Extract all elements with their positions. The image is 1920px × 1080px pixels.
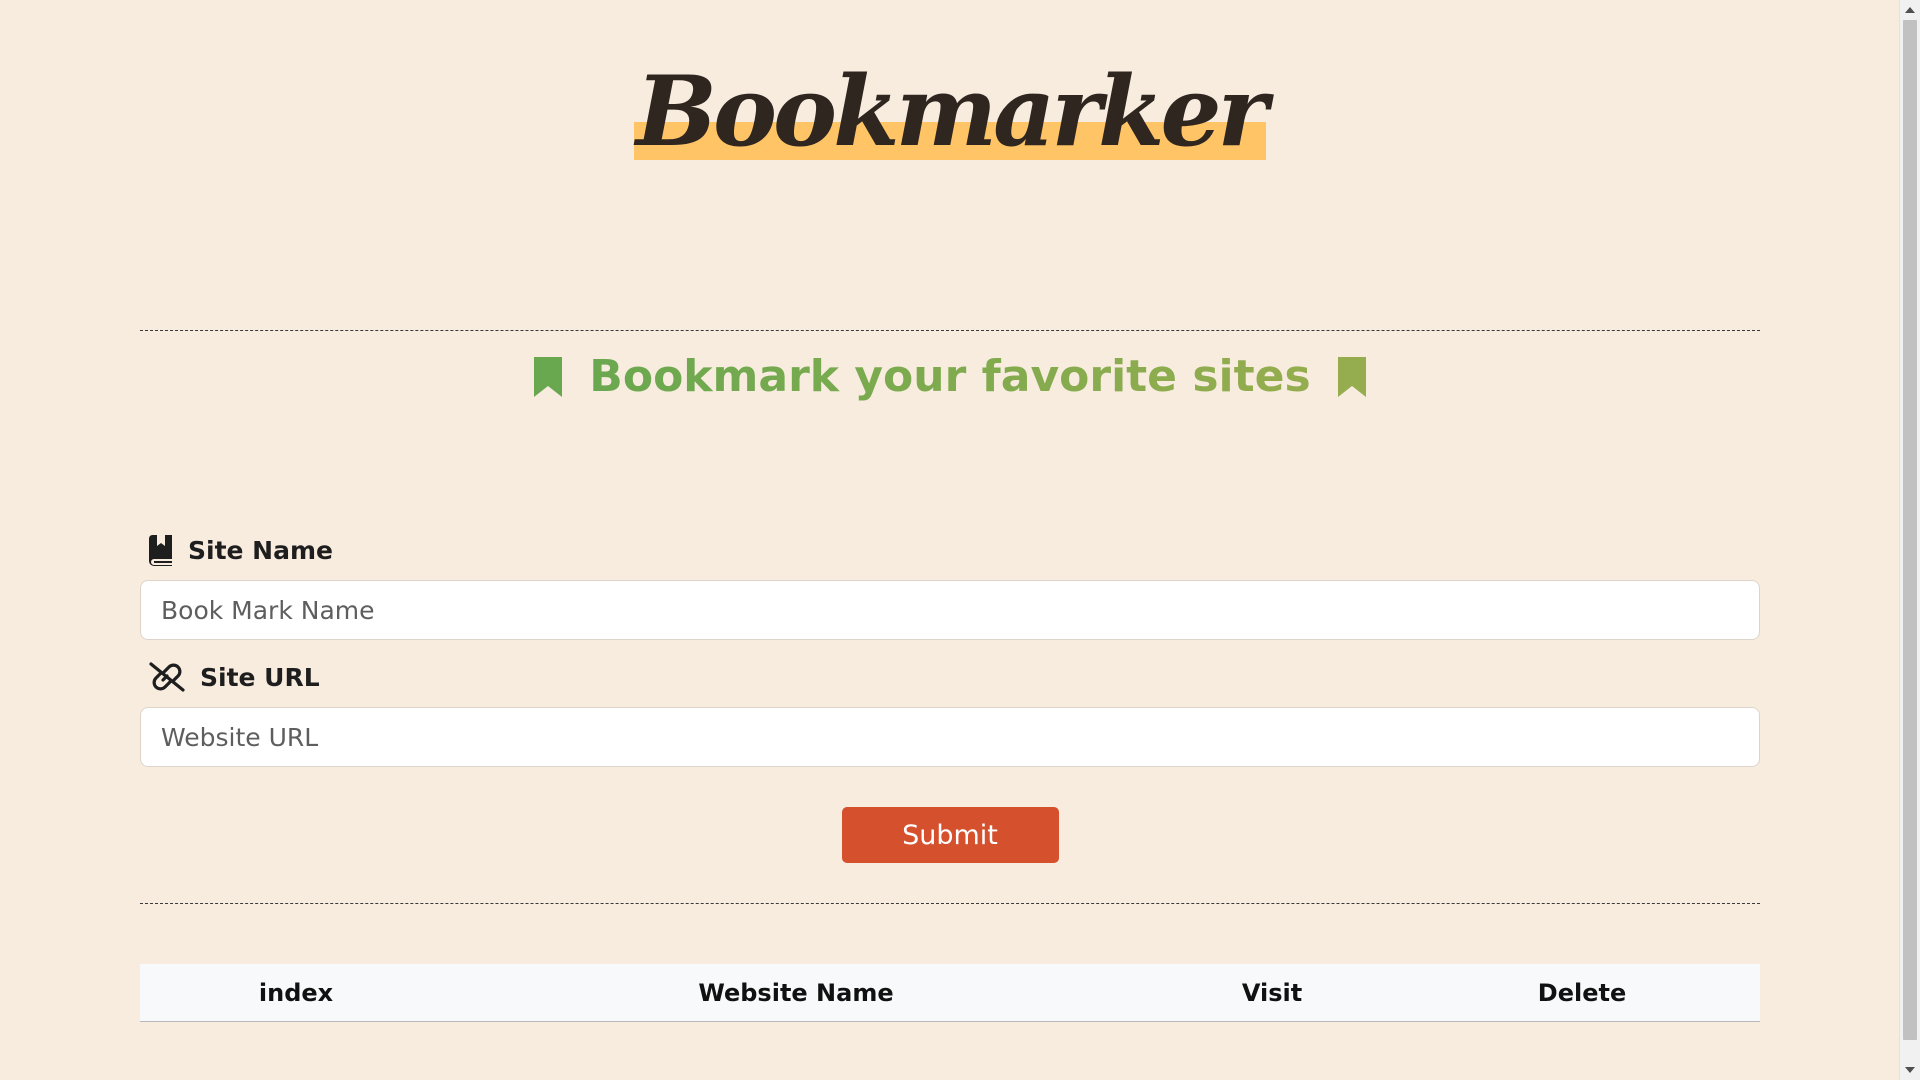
scroll-up-arrow-icon[interactable]	[1905, 7, 1915, 13]
scrollbar-thumb[interactable]	[1903, 20, 1917, 1040]
column-header-index: index	[258, 978, 334, 1007]
app-logo: Bookmarker	[633, 55, 1268, 168]
divider-bottom	[140, 903, 1760, 904]
submit-container: Submit	[140, 807, 1760, 863]
book-bookmark-icon	[148, 535, 172, 566]
bookmark-form: Site Name Site URL Submit	[140, 530, 1760, 863]
vertical-scrollbar[interactable]	[1899, 0, 1920, 1080]
column-header-visit: Visit	[1241, 978, 1303, 1007]
bookmarks-table-header: index Website Name Visit Delete	[140, 964, 1760, 1022]
site-url-label-row: Site URL	[140, 657, 1760, 697]
tagline-text: Bookmark your favorite sites	[589, 351, 1311, 402]
page: Bookmarker Bookmark your favorite sites …	[0, 0, 1920, 1080]
scroll-down-arrow-icon[interactable]	[1905, 1067, 1915, 1073]
site-url-input[interactable]	[140, 707, 1760, 767]
site-name-label-row: Site Name	[140, 530, 1760, 570]
column-header-website-name: Website Name	[698, 978, 894, 1007]
site-name-input[interactable]	[140, 580, 1760, 640]
column-header-delete: Delete	[1537, 978, 1627, 1007]
logo-container: Bookmarker	[140, 60, 1760, 160]
site-url-label: Site URL	[200, 662, 320, 692]
submit-button[interactable]: Submit	[841, 807, 1059, 863]
divider-top	[140, 330, 1760, 331]
bookmark-icon	[1338, 357, 1367, 397]
site-name-label: Site Name	[188, 535, 333, 565]
tagline: Bookmark your favorite sites	[140, 345, 1760, 405]
main-content: Bookmarker Bookmark your favorite sites …	[140, 0, 1760, 1022]
bookmark-icon	[533, 357, 562, 397]
link-slash-icon	[149, 662, 185, 692]
